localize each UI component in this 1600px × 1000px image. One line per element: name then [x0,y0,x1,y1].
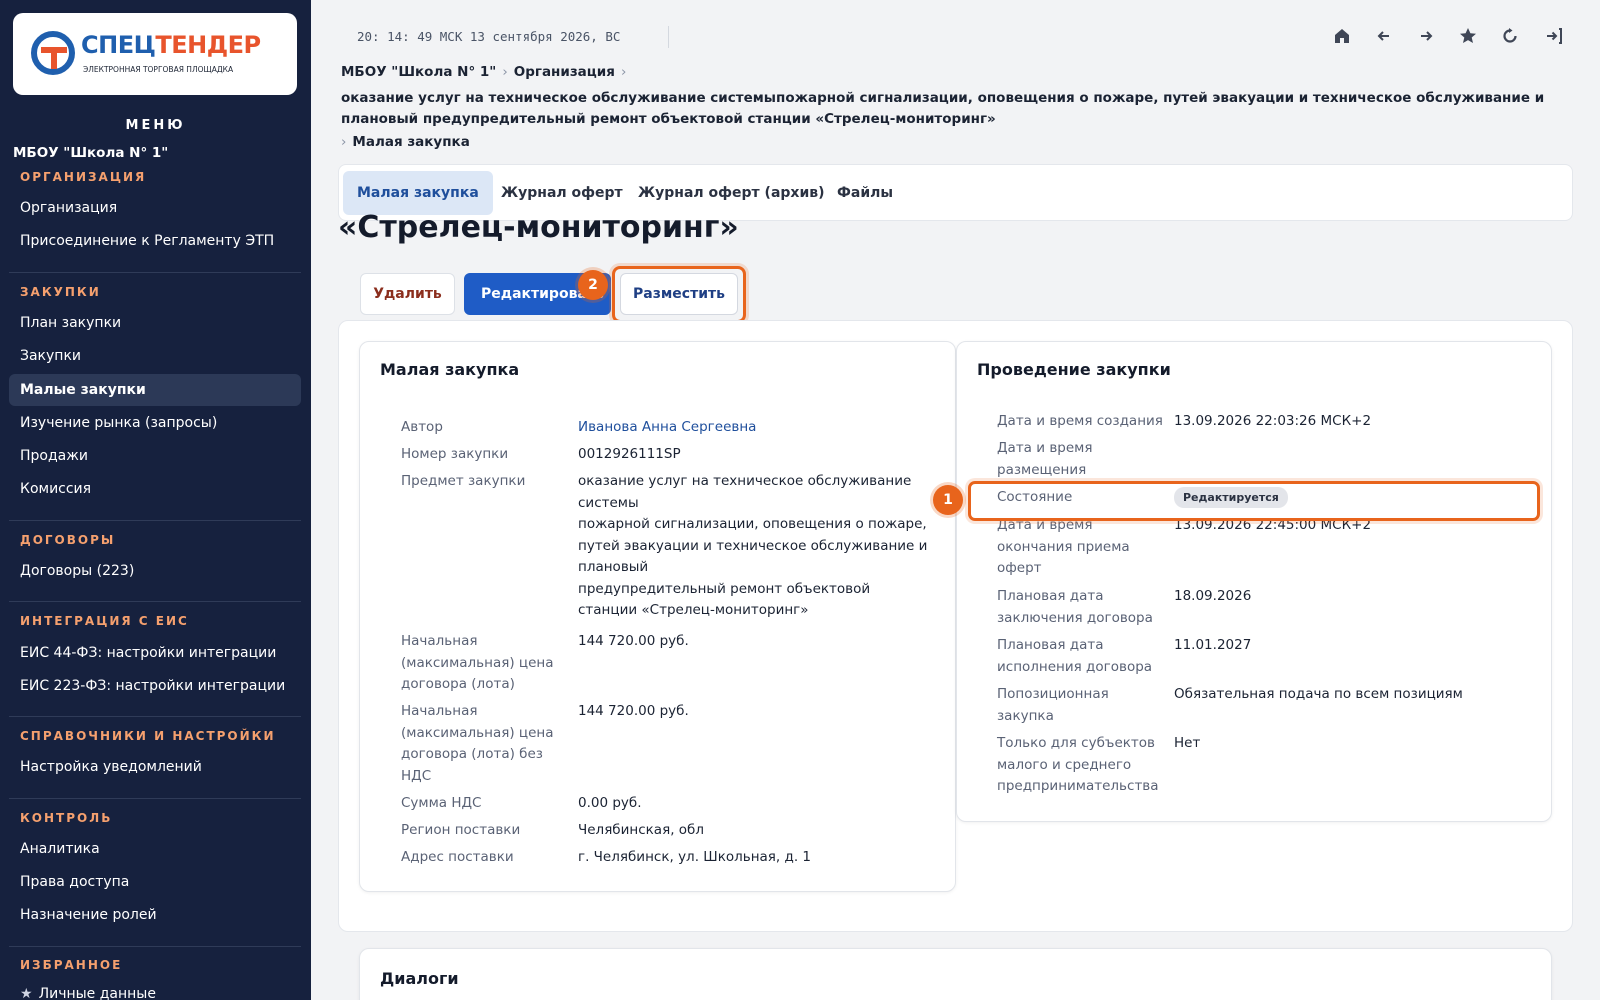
field-label-contract-date: Плановая дата заключения договора [997,588,1153,626]
sidebar-item-sales[interactable]: Продажи [9,440,301,472]
sidebar-item-regulation[interactable]: Присоединение к Регламенту ЭТП [9,225,301,257]
sidebar-item-purchases[interactable]: Закупки [9,340,301,372]
field-label-address: Адрес поставки [401,849,514,865]
step-badge-2: 2 [578,270,608,300]
field-label-placed: Дата и время размещения [997,440,1093,478]
field-label-number: Номер закупки [401,446,509,462]
conduct-panel-title: Проведение закупки [977,360,1171,379]
step-badge-1: 1 [933,485,963,515]
field-label-sme-only: Только для субъектов малого и среднего п… [997,735,1159,794]
sidebar-divider [9,946,301,947]
breadcrumb-current: › Малая закупка [341,134,470,150]
sidebar-item-contracts-223[interactable]: Договоры (223) [9,555,301,587]
sidebar: СПЕЦТЕНДЕР ЭЛЕКТРОННАЯ ТОРГОВАЯ ПЛОЩАДКА… [0,0,311,1000]
field-value-address: г. Челябинск, ул. Школьная, д. 1 [578,849,812,865]
sidebar-section-settings: СПРАВОЧНИКИ И НАСТРОЙКИ [20,729,276,743]
breadcrumb-org[interactable]: МБОУ "Школа N° 1" [341,64,496,80]
logo-title: СПЕЦТЕНДЕР [81,31,261,59]
sidebar-item-personal-data[interactable]: ★ Личные данные [9,978,301,1000]
field-value-created: 13.09.2026 22:03:26 МСК+2 [1174,413,1372,429]
sidebar-item-analytics[interactable]: Аналитика [9,833,301,865]
field-label-offers-end: Дата и время окончания приема оферт [997,517,1130,576]
purchase-panel-title: Малая закупка [380,360,520,379]
breadcrumb-section[interactable]: Организация [514,64,615,80]
page-title: «Стрелец-мониторинг» [338,210,739,245]
tab-offers-journal[interactable]: Журнал оферт [487,171,637,215]
breadcrumb-subject[interactable]: оказание услуг на техническое обслуживан… [341,88,1561,130]
field-label-execution-date: Плановая дата исполнения договора [997,637,1153,675]
dialogs-panel: Диалоги [359,948,1552,1000]
divider [668,26,669,48]
field-label-region: Регион поставки [401,822,521,838]
sidebar-section-purchases: ЗАКУПКИ [20,285,101,299]
sidebar-divider [9,716,301,717]
sidebar-item-organization[interactable]: Организация [9,192,301,224]
field-label-subject: Предмет закупки [401,473,526,489]
home-icon[interactable] [1330,26,1354,50]
sidebar-section-org: ОРГАНИЗАЦИЯ [20,170,147,184]
star-icon[interactable] [1456,26,1480,50]
arrow-left-icon[interactable] [1372,26,1396,50]
sidebar-item-small-purchases[interactable]: Малые закупки [9,374,301,406]
sidebar-divider [9,272,301,273]
field-label-vat: Сумма НДС [401,795,482,811]
sidebar-divider [9,798,301,799]
clock: 20: 14: 49 МСК 13 сентября 2026, ВС [357,29,621,44]
dialogs-title: Диалоги [380,969,459,988]
field-label-initial-price: Начальная (максимальная) цена договора (… [401,633,554,692]
field-value-initial-price: 144 720.00 руб. [578,633,689,649]
sidebar-item-market-research[interactable]: Изучение рынка (запросы) [9,407,301,439]
sidebar-section-eis: ИНТЕГРАЦИЯ С ЕИС [20,614,189,628]
highlight-state-row [968,481,1540,521]
field-value-number: 0012926111SP [578,446,681,462]
arrow-right-icon[interactable] [1414,26,1438,50]
logo[interactable]: СПЕЦТЕНДЕР ЭЛЕКТРОННАЯ ТОРГОВАЯ ПЛОЩАДКА [13,13,297,95]
sidebar-item-purchase-plan[interactable]: План закупки [9,307,301,339]
tab-offers-archive[interactable]: Журнал оферт (архив) [624,171,839,215]
field-label-author: Автор [401,419,443,435]
logout-icon[interactable] [1542,26,1566,50]
tab-files[interactable]: Файлы [823,171,907,215]
field-label-positional: Попозиционная закупка [997,686,1109,724]
logo-subtitle: ЭЛЕКТРОННАЯ ТОРГОВАЯ ПЛОЩАДКА [83,65,234,74]
field-value-vat: 0.00 руб. [578,795,642,811]
menu-title: МЕНЮ [125,118,186,133]
field-label-price-no-vat: Начальная (максимальная) цена договора (… [401,703,554,784]
refresh-icon[interactable] [1498,26,1522,50]
tab-small-purchase[interactable]: Малая закупка [343,171,493,215]
author-link[interactable]: Иванова Анна Сергеевна [578,417,756,439]
highlight-place-button [612,266,746,323]
sidebar-section-contracts: ДОГОВОРЫ [20,533,116,547]
sidebar-divider [9,601,301,602]
sidebar-item-eis-44[interactable]: ЕИС 44-ФЗ: настройки интеграции [9,637,301,669]
field-value-sme-only: Нет [1174,735,1201,751]
field-value-execution-date: 11.01.2027 [1174,637,1252,653]
sidebar-section-control: КОНТРОЛЬ [20,811,113,825]
sidebar-item-roles[interactable]: Назначение ролей [9,899,301,931]
logo-icon [31,31,75,75]
field-value-positional: Обязательная подача по всем позициям [1174,686,1463,702]
delete-button[interactable]: Удалить [360,273,455,315]
sidebar-section-favorites: ИЗБРАННОЕ [20,958,123,972]
field-value-contract-date: 18.09.2026 [1174,588,1252,604]
breadcrumb: МБОУ "Школа N° 1" › Организация › [341,64,627,80]
sidebar-divider [9,520,301,521]
field-value-region: Челябинская, обл [578,822,705,838]
star-icon: ★ [20,986,33,1000]
field-value-subject: оказание услуг на техническое обслуживан… [578,473,928,618]
sidebar-item-commission[interactable]: Комиссия [9,473,301,505]
field-value-price-no-vat: 144 720.00 руб. [578,703,689,719]
sidebar-org-name: МБОУ "Школа N° 1" [13,145,169,161]
conduct-panel: Проведение закупки Дата и время создания… [956,341,1552,822]
purchase-panel: Малая закупка Автор Иванова Анна Сергеев… [359,341,956,892]
field-label-created: Дата и время создания [997,413,1163,429]
sidebar-item-notifications[interactable]: Настройка уведомлений [9,751,301,783]
sidebar-item-access-rights[interactable]: Права доступа [9,866,301,898]
sidebar-item-eis-223[interactable]: ЕИС 223-ФЗ: настройки интеграции [9,670,301,702]
